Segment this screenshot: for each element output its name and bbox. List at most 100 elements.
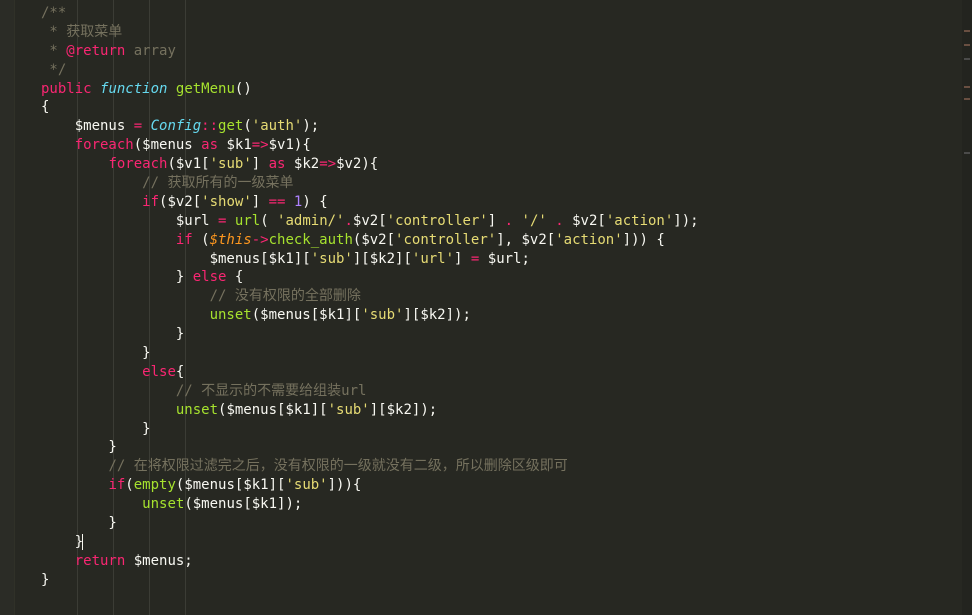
code-line[interactable]: /** xyxy=(41,4,956,23)
code-line[interactable]: } xyxy=(41,325,956,344)
code-token: => xyxy=(319,156,337,173)
code-line[interactable]: */ xyxy=(41,61,956,80)
code-line[interactable]: * 获取菜单 xyxy=(41,23,956,42)
code-token: Config xyxy=(150,118,202,135)
code-token: if xyxy=(175,231,193,248)
code-token: array xyxy=(125,42,176,59)
code-line[interactable]: } xyxy=(41,571,956,590)
code-line[interactable]: unset($menus[$k1]['sub'][$k2]); xyxy=(41,306,956,325)
code-token: */ xyxy=(41,61,67,78)
code-line[interactable]: } xyxy=(41,344,956,363)
code-line[interactable]: foreach($menus as $k1=>$v1){ xyxy=(41,136,956,155)
code-token: url xyxy=(234,212,261,229)
code-token: ][$k2]); xyxy=(403,307,471,324)
code-token: ( xyxy=(260,212,278,229)
minimap-scrollbar[interactable] xyxy=(962,0,972,615)
code-token: check_auth xyxy=(268,231,353,248)
code-token: ); xyxy=(302,118,320,135)
code-token: public xyxy=(41,80,92,97)
code-line[interactable]: if($v2['show'] == 1) { xyxy=(41,193,956,212)
code-token: unset xyxy=(142,496,185,513)
code-token: $v2){ xyxy=(336,156,379,173)
code-token: } xyxy=(41,269,193,286)
code-token: ( xyxy=(125,477,134,494)
code-line[interactable]: } xyxy=(41,514,956,533)
code-line[interactable]: // 不显示的不需要给组装url xyxy=(41,382,956,401)
code-token: 'sub' xyxy=(361,307,404,324)
code-line[interactable]: { xyxy=(41,98,956,117)
code-line[interactable]: } xyxy=(41,420,956,439)
code-token: ($menus[$k1][ xyxy=(175,477,286,494)
code-line[interactable]: $menus[$k1]['sub'][$k2]['url'] = $url; xyxy=(41,250,956,269)
code-token: function xyxy=(100,80,168,97)
code-line[interactable]: // 在将权限过滤完之后，没有权限的一级就没有二级，所以删除区级即可 xyxy=(41,457,956,476)
code-line[interactable]: public function getMenu() xyxy=(41,80,956,99)
code-line[interactable]: } else { xyxy=(41,268,956,287)
code-token: } xyxy=(41,326,185,343)
code-line[interactable]: return $menus; xyxy=(41,552,956,571)
code-token: unset xyxy=(209,307,252,324)
code-token: 'sub' xyxy=(327,401,370,418)
code-token: * 获取菜单 xyxy=(41,23,123,40)
code-line[interactable]: if ($this->check_auth($v2['controller'],… xyxy=(41,231,956,250)
code-token: -> xyxy=(251,231,269,248)
code-token: () xyxy=(234,80,252,97)
code-token: . xyxy=(555,212,564,229)
code-line[interactable]: if(empty($menus[$k1]['sub'])){ xyxy=(41,476,956,495)
code-token: ][$k2]); xyxy=(369,401,438,418)
code-token: // 在将权限过滤完之后，没有权限的一级就没有二级，所以删除区级即可 xyxy=(108,458,568,475)
code-token: == xyxy=(268,193,286,210)
code-token: // 获取所有的一级菜单 xyxy=(142,175,294,192)
code-line[interactable]: foreach($v1['sub'] as $k2=>$v2){ xyxy=(41,155,956,174)
code-line[interactable]: // 没有权限的全部删除 xyxy=(41,287,956,306)
code-line[interactable]: } xyxy=(41,533,956,552)
code-token: = xyxy=(133,118,143,135)
code-token: ]); xyxy=(673,212,699,229)
code-line[interactable]: * @return array xyxy=(41,42,956,61)
code-token: if xyxy=(108,477,126,494)
code-token: 'action' xyxy=(605,212,674,229)
code-editor[interactable]: /** * 获取菜单 * @return array */ public func… xyxy=(0,0,962,615)
code-token: $v2[ xyxy=(563,212,606,229)
code-token: '/' xyxy=(521,212,547,229)
code-line[interactable]: // 获取所有的一级菜单 xyxy=(41,174,956,193)
editor-gutter xyxy=(0,0,15,615)
code-line[interactable]: $menus = Config::get('auth'); xyxy=(41,117,956,136)
code-token: 'url' xyxy=(411,250,455,267)
code-line[interactable]: unset($menus[$k1]['sub'][$k2]); xyxy=(41,401,956,420)
text-cursor xyxy=(82,533,84,550)
code-token: ])){ xyxy=(327,477,362,494)
code-token: { xyxy=(41,99,50,116)
code-token: 'admin/' xyxy=(277,212,345,229)
code-token: return xyxy=(74,552,126,569)
code-token: ($v2[ xyxy=(159,193,202,210)
code-line[interactable]: } xyxy=(41,438,956,457)
code-token: as xyxy=(201,137,219,154)
code-token: ($menus xyxy=(133,137,202,154)
code-token: /** xyxy=(41,5,67,21)
code-token: 'show' xyxy=(201,193,252,210)
code-token: as xyxy=(268,156,286,173)
code-line[interactable]: $url = url( 'admin/'.$v2['controller'] .… xyxy=(41,212,956,231)
code-token: 'controller' xyxy=(395,231,497,248)
code-token: . xyxy=(504,212,514,229)
code-line[interactable]: else{ xyxy=(41,363,956,382)
code-token: getMenu xyxy=(175,80,235,97)
code-token: :: xyxy=(201,118,219,135)
code-line[interactable]: unset($menus[$k1]); xyxy=(41,495,956,514)
code-lines[interactable]: /** * 获取菜单 * @return array */ public func… xyxy=(41,4,956,604)
code-token: ])) { xyxy=(622,231,665,248)
code-token: ($menus[$k1][ xyxy=(218,401,328,418)
code-token: ], $v2[ xyxy=(496,231,556,248)
code-token: $menus xyxy=(41,118,134,135)
